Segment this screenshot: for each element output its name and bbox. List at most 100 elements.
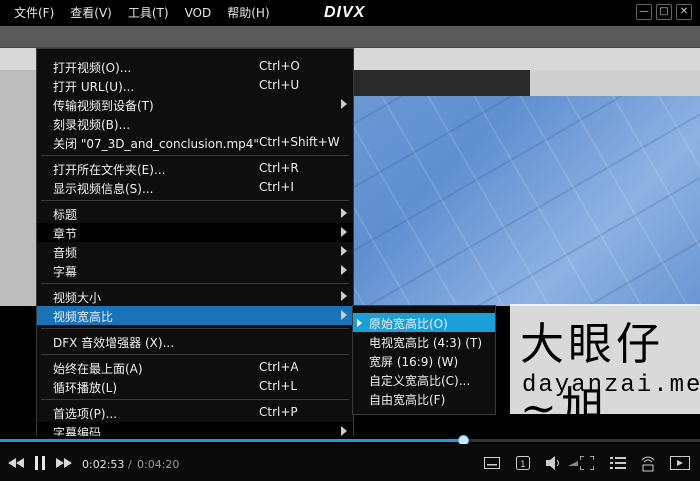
menu-tools[interactable]: 工具(T) xyxy=(120,0,177,26)
volume-level-icon[interactable] xyxy=(568,461,578,466)
menu-view[interactable]: 查看(V) xyxy=(62,0,120,26)
menu-item-label: 循环播放(L) xyxy=(53,381,118,395)
menu-separator xyxy=(41,354,349,355)
submenu-arrow-icon xyxy=(341,208,347,218)
menu-separator xyxy=(41,283,349,284)
total-time: 0:04:20 xyxy=(137,458,180,471)
submenu-arrow-icon xyxy=(341,99,347,109)
close-button[interactable]: ✕ xyxy=(676,4,692,20)
video-frame-tools xyxy=(0,70,40,330)
menu-item-label: 刻录视频(B)... xyxy=(53,118,131,132)
menu-item-video-info[interactable]: 显示视频信息(S)... Ctrl+I xyxy=(37,178,353,197)
submenu-item-widescreen[interactable]: 宽屏 (16:9) (W) xyxy=(353,351,495,370)
maximize-button[interactable]: □ xyxy=(656,4,672,20)
menu-item-open-url[interactable]: 打开 URL(U)... Ctrl+U xyxy=(37,76,353,95)
menu-item-shortcut: Ctrl+I xyxy=(259,180,294,194)
menu-separator xyxy=(41,200,349,201)
video-frame-toolbar xyxy=(0,26,700,48)
menu-item-label: 显示视频信息(S)... xyxy=(53,182,154,196)
seek-bar[interactable] xyxy=(0,435,700,446)
menu-item-label: 传输视频到设备(T) xyxy=(53,99,154,113)
menu-item-always-on-top[interactable]: 始终在最上面(A) Ctrl+A xyxy=(37,358,353,377)
menu-item-label: 打开所在文件夹(E)... xyxy=(53,163,166,177)
submenu-item-tv-4-3[interactable]: 电视宽高比 (4:3) (T) xyxy=(353,332,495,351)
menu-item-transfer-to-device[interactable]: 传输视频到设备(T) xyxy=(37,95,353,114)
video-frame-panel xyxy=(530,70,700,96)
submenu-arrow-icon xyxy=(341,265,347,275)
menu-item-label: 字幕 xyxy=(53,265,78,279)
rewind-icon[interactable] xyxy=(8,458,24,468)
menu-item-label: 视频大小 xyxy=(53,291,102,305)
submenu-item-custom[interactable]: 自定义宽高比(C)... xyxy=(353,370,495,389)
submenu-arrow-icon xyxy=(341,310,347,320)
menu-item-open-video[interactable]: 打开视频(O)... Ctrl+O xyxy=(37,57,353,76)
submenu-arrow-icon xyxy=(341,426,347,436)
menu-item-label: 始终在最上面(A) xyxy=(53,362,143,376)
file-menu: 打开视频(O)... Ctrl+O 打开 URL(U)... Ctrl+U 传输… xyxy=(36,48,354,446)
watermark-en: dayanzai.me xyxy=(522,372,700,399)
menu-item-audio[interactable]: 音频 xyxy=(37,242,353,261)
submenu-item-label: 自由宽高比(F) xyxy=(369,393,446,407)
menu-item-shortcut: Ctrl+P xyxy=(259,405,298,419)
menu-item-close-file[interactable]: 关闭 "07_3D_and_conclusion.mp4" Ctrl+Shift… xyxy=(37,133,353,152)
mini-player-icon[interactable] xyxy=(670,456,690,470)
watermark: 大眼仔~旭 dayanzai.me xyxy=(510,304,700,434)
current-time: 0:02:53 xyxy=(82,458,125,471)
time-separator: / xyxy=(128,458,132,471)
menu-item-label: 章节 xyxy=(53,227,78,241)
menu-item-label: 关闭 "07_3D_and_conclusion.mp4" xyxy=(53,137,259,151)
menu-item-label: 音频 xyxy=(53,246,78,260)
menu-item-shortcut: Ctrl+O xyxy=(259,59,300,73)
menu-help[interactable]: 帮助(H) xyxy=(219,0,277,26)
submenu-item-label: 自定义宽高比(C)... xyxy=(369,374,471,388)
menu-vod[interactable]: VOD xyxy=(177,0,220,26)
svg-text:1: 1 xyxy=(520,460,526,470)
playlist-icon[interactable] xyxy=(610,456,626,470)
menu-item-shortcut: Ctrl+R xyxy=(259,161,299,175)
window-controls: — □ ✕ xyxy=(636,4,692,20)
menu-item-video-size[interactable]: 视频大小 xyxy=(37,287,353,306)
cast-icon[interactable] xyxy=(640,454,656,472)
menu-separator xyxy=(41,155,349,156)
submenu-arrow-icon xyxy=(341,246,347,256)
subtitle-icon[interactable] xyxy=(484,457,500,469)
menu-item-dfx[interactable]: DFX 音效增强器 (X)... xyxy=(37,332,353,351)
menu-item-label: 打开视频(O)... xyxy=(53,61,132,75)
minimize-button[interactable]: — xyxy=(636,4,652,20)
menu-item-subtitles[interactable]: 字幕 xyxy=(37,261,353,280)
menu-file[interactable]: 文件(F) xyxy=(0,0,62,26)
divx-logo: DIVX xyxy=(324,4,366,21)
menu-item-shortcut: Ctrl+U xyxy=(259,78,300,92)
pause-icon[interactable] xyxy=(34,456,46,470)
volume-icon[interactable] xyxy=(546,456,562,470)
menu-item-shortcut: Ctrl+L xyxy=(259,379,298,393)
menu-item-label: 视频宽高比 xyxy=(53,310,114,324)
menu-separator xyxy=(41,328,349,329)
menu-item-burn-video[interactable]: 刻录视频(B)... xyxy=(37,114,353,133)
menu-item-preferences[interactable]: 首选项(P)... Ctrl+P xyxy=(37,403,353,422)
fast-forward-icon[interactable] xyxy=(56,458,72,468)
fullscreen-icon[interactable] xyxy=(580,456,594,470)
menu-item-label: 标题 xyxy=(53,208,78,222)
menu-item-chapter[interactable]: 章节 xyxy=(37,223,353,242)
menu-item-shortcut: Ctrl+A xyxy=(259,360,299,374)
submenu-item-label: 宽屏 (16:9) (W) xyxy=(369,355,459,369)
menu-item-label: DFX 音效增强器 (X)... xyxy=(53,336,175,350)
chapter-icon[interactable]: 1 xyxy=(516,456,530,470)
menu-separator xyxy=(41,399,349,400)
submenu-arrow-icon xyxy=(341,291,347,301)
submenu-item-free[interactable]: 自由宽高比(F) xyxy=(353,389,495,408)
aspect-ratio-submenu: 原始宽高比(O) 电视宽高比 (4:3) (T) 宽屏 (16:9) (W) 自… xyxy=(352,305,496,415)
submenu-arrow-icon xyxy=(341,227,347,237)
menu-item-open-folder[interactable]: 打开所在文件夹(E)... Ctrl+R xyxy=(37,159,353,178)
submenu-item-label: 电视宽高比 (4:3) (T) xyxy=(369,336,482,350)
menu-item-label: 首选项(P)... xyxy=(53,407,118,421)
menu-item-aspect-ratio[interactable]: 视频宽高比 xyxy=(37,306,353,325)
menu-item-label: 打开 URL(U)... xyxy=(53,80,135,94)
seek-progress xyxy=(0,439,464,442)
menu-item-loop[interactable]: 循环播放(L) Ctrl+L xyxy=(37,377,353,396)
menu-item-title[interactable]: 标题 xyxy=(37,204,353,223)
menu-item-shortcut: Ctrl+Shift+W xyxy=(259,135,340,149)
submenu-item-label: 原始宽高比(O) xyxy=(369,317,448,331)
submenu-item-original[interactable]: 原始宽高比(O) xyxy=(353,313,495,332)
